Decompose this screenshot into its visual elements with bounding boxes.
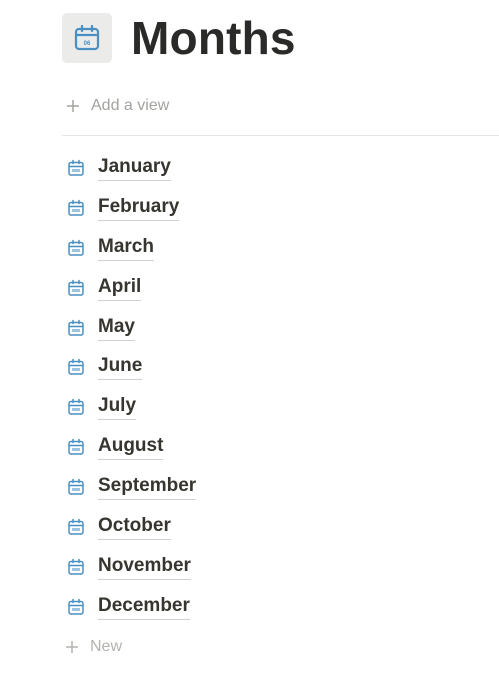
divider	[62, 135, 499, 136]
months-list: January February March April May June July Augu…	[0, 148, 499, 627]
list-item-label: July	[98, 394, 137, 421]
calendar-icon: 06	[74, 24, 100, 51]
calendar-icon	[67, 199, 85, 217]
add-view-label: Add a view	[91, 97, 170, 114]
list-item[interactable]: October	[0, 507, 499, 547]
list-item[interactable]: February	[0, 188, 499, 228]
calendar-icon	[67, 239, 85, 257]
page-icon-button[interactable]: 06	[62, 13, 112, 63]
plus-icon	[66, 641, 78, 653]
calendar-icon	[67, 478, 85, 496]
list-item-label: March	[98, 235, 154, 261]
list-item-label: December	[98, 594, 190, 620]
list-item-label: June	[98, 354, 143, 381]
list-item[interactable]: April	[0, 268, 499, 308]
calendar-icon	[67, 438, 85, 456]
list-item-label: November	[98, 554, 191, 580]
new-item-label: New	[90, 638, 123, 655]
page-header: 06 Months	[62, 9, 296, 67]
list-item-label: May	[98, 315, 135, 341]
list-item[interactable]: January	[0, 148, 499, 188]
list-item-label: September	[98, 474, 197, 501]
calendar-icon	[67, 279, 85, 297]
list-item[interactable]: September	[0, 467, 499, 507]
plus-icon	[67, 100, 79, 112]
list-item-label: April	[98, 275, 142, 301]
list-item[interactable]: May	[0, 308, 499, 348]
list-item[interactable]: March	[0, 228, 499, 268]
calendar-icon	[67, 598, 85, 616]
calendar-icon	[67, 159, 85, 177]
calendar-icon	[67, 558, 85, 576]
page: 06 Months Add a view January February Marc…	[0, 0, 499, 678]
calendar-icon	[67, 319, 85, 337]
list-item[interactable]: December	[0, 587, 499, 627]
new-item-button[interactable]: New	[65, 636, 122, 658]
list-item[interactable]: August	[0, 427, 499, 467]
calendar-icon	[67, 398, 85, 416]
list-item[interactable]: November	[0, 547, 499, 587]
calendar-icon	[67, 518, 85, 536]
calendar-icon	[67, 358, 85, 376]
list-item-label: August	[98, 434, 164, 461]
page-title[interactable]: Months	[131, 9, 296, 67]
list-item-label: January	[98, 155, 171, 181]
calendar-icon-badge: 06	[84, 41, 91, 47]
list-item-label: February	[98, 195, 180, 221]
list-item[interactable]: July	[0, 387, 499, 427]
list-item[interactable]: June	[0, 347, 499, 387]
list-item-label: October	[98, 514, 171, 540]
add-view-button[interactable]: Add a view	[66, 94, 169, 118]
